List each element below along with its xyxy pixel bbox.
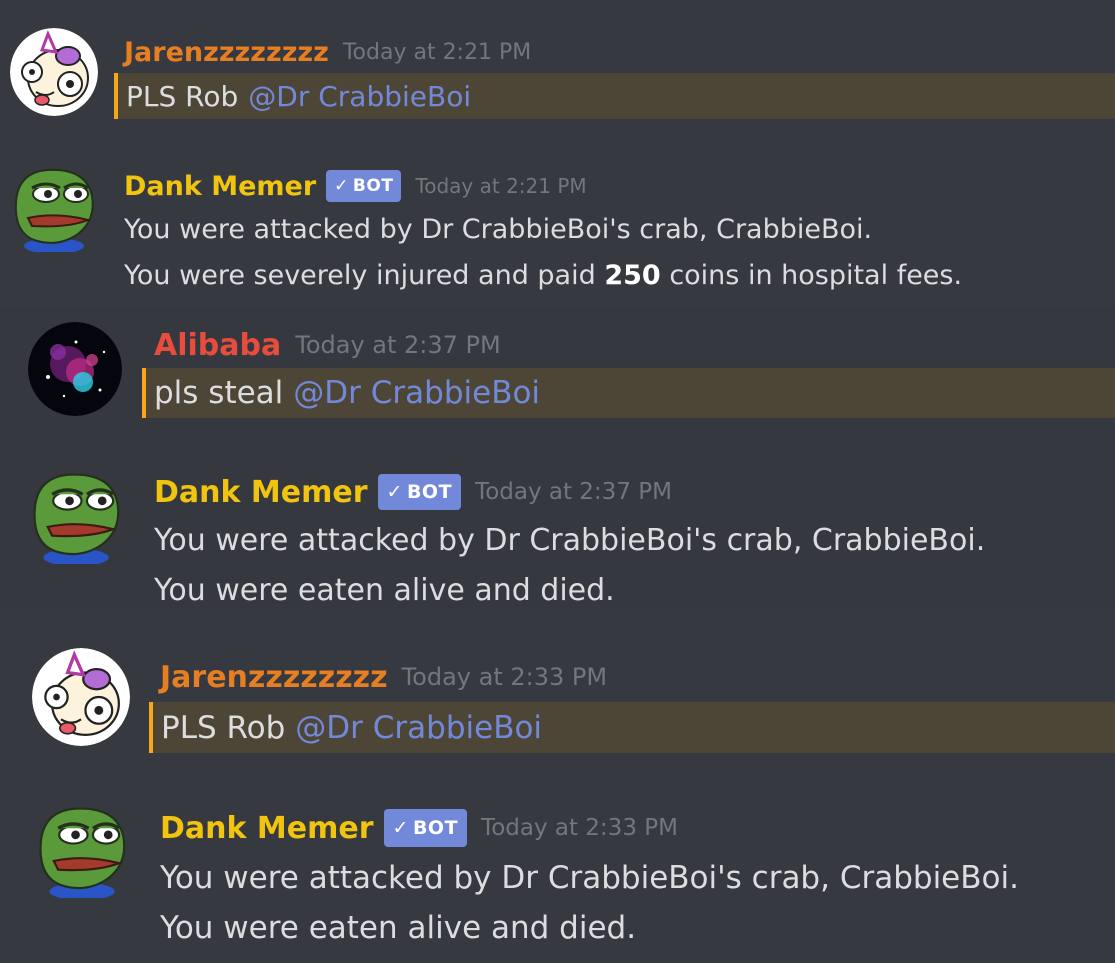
message-text: You were attacked by Dr CrabbieBoi's cra… xyxy=(124,214,873,245)
message-text: You were attacked by Dr CrabbieBoi's cra… xyxy=(160,860,1019,896)
chat-messages: Jarenzzzzzzzz Today at 2:21 PM PLS Rob @… xyxy=(0,0,1115,963)
message-text: You were eaten alive and died. xyxy=(160,910,637,946)
author-name[interactable]: Dank Memer xyxy=(154,475,368,510)
message-timestamp: Today at 2:37 PM xyxy=(475,479,672,505)
mention-highlight-row: pls steal @Dr CrabbieBoi xyxy=(142,368,1115,418)
author-name[interactable]: Alibaba xyxy=(154,328,281,363)
message-text: PLS Rob xyxy=(161,709,286,746)
bot-tag: ✓ BOT xyxy=(383,809,468,847)
message-text: pls steal xyxy=(154,375,284,411)
mention-highlight-row: PLS Rob @Dr CrabbieBoi xyxy=(149,702,1115,753)
message-text: You were attacked by Dr CrabbieBoi's cra… xyxy=(154,523,986,558)
verified-check-icon: ✓ xyxy=(392,817,409,839)
author-name[interactable]: Jarenzzzzzzzz xyxy=(160,660,388,695)
message-timestamp: Today at 2:37 PM xyxy=(295,331,501,359)
pepe-frog-avatar-icon[interactable] xyxy=(32,800,130,898)
bot-tag: ✓ BOT xyxy=(326,170,402,202)
unicorn-avatar-icon[interactable] xyxy=(32,648,130,746)
galaxy-avatar-icon[interactable] xyxy=(28,322,122,416)
verified-check-icon: ✓ xyxy=(386,481,403,503)
message-timestamp: Today at 2:21 PM xyxy=(342,39,532,65)
bot-tag-label: BOT xyxy=(352,176,394,196)
message-timestamp: Today at 2:33 PM xyxy=(481,815,678,841)
message-text-part: coins in hospital fees. xyxy=(669,260,963,291)
message-text: You were eaten alive and died. xyxy=(154,573,615,608)
bot-tag-label: BOT xyxy=(412,817,459,839)
message-text: PLS Rob xyxy=(126,79,239,113)
user-mention[interactable]: @Dr CrabbieBoi xyxy=(248,80,471,113)
mention-highlight-row: PLS Rob @Dr CrabbieBoi xyxy=(114,73,1115,119)
message-timestamp: Today at 2:33 PM xyxy=(401,663,608,691)
bot-tag-label: BOT xyxy=(406,481,453,503)
author-name[interactable]: Dank Memer xyxy=(124,171,316,202)
user-mention[interactable]: @Dr CrabbieBoi xyxy=(295,710,542,746)
coin-amount: 250 xyxy=(604,260,661,291)
pepe-frog-avatar-icon[interactable] xyxy=(8,162,98,252)
user-mention[interactable]: @Dr CrabbieBoi xyxy=(293,375,540,411)
author-name[interactable]: Dank Memer xyxy=(160,811,374,846)
message-text: You were severely injured and paid 250 c… xyxy=(124,260,962,291)
message-text-part: You were severely injured and paid xyxy=(124,260,596,291)
unicorn-avatar-icon[interactable] xyxy=(10,28,98,116)
verified-check-icon: ✓ xyxy=(334,176,349,196)
bot-tag: ✓ BOT xyxy=(377,474,462,510)
pepe-frog-avatar-icon[interactable] xyxy=(26,466,124,564)
author-name[interactable]: Jarenzzzzzzzz xyxy=(124,37,329,68)
message-timestamp: Today at 2:21 PM xyxy=(415,174,587,198)
